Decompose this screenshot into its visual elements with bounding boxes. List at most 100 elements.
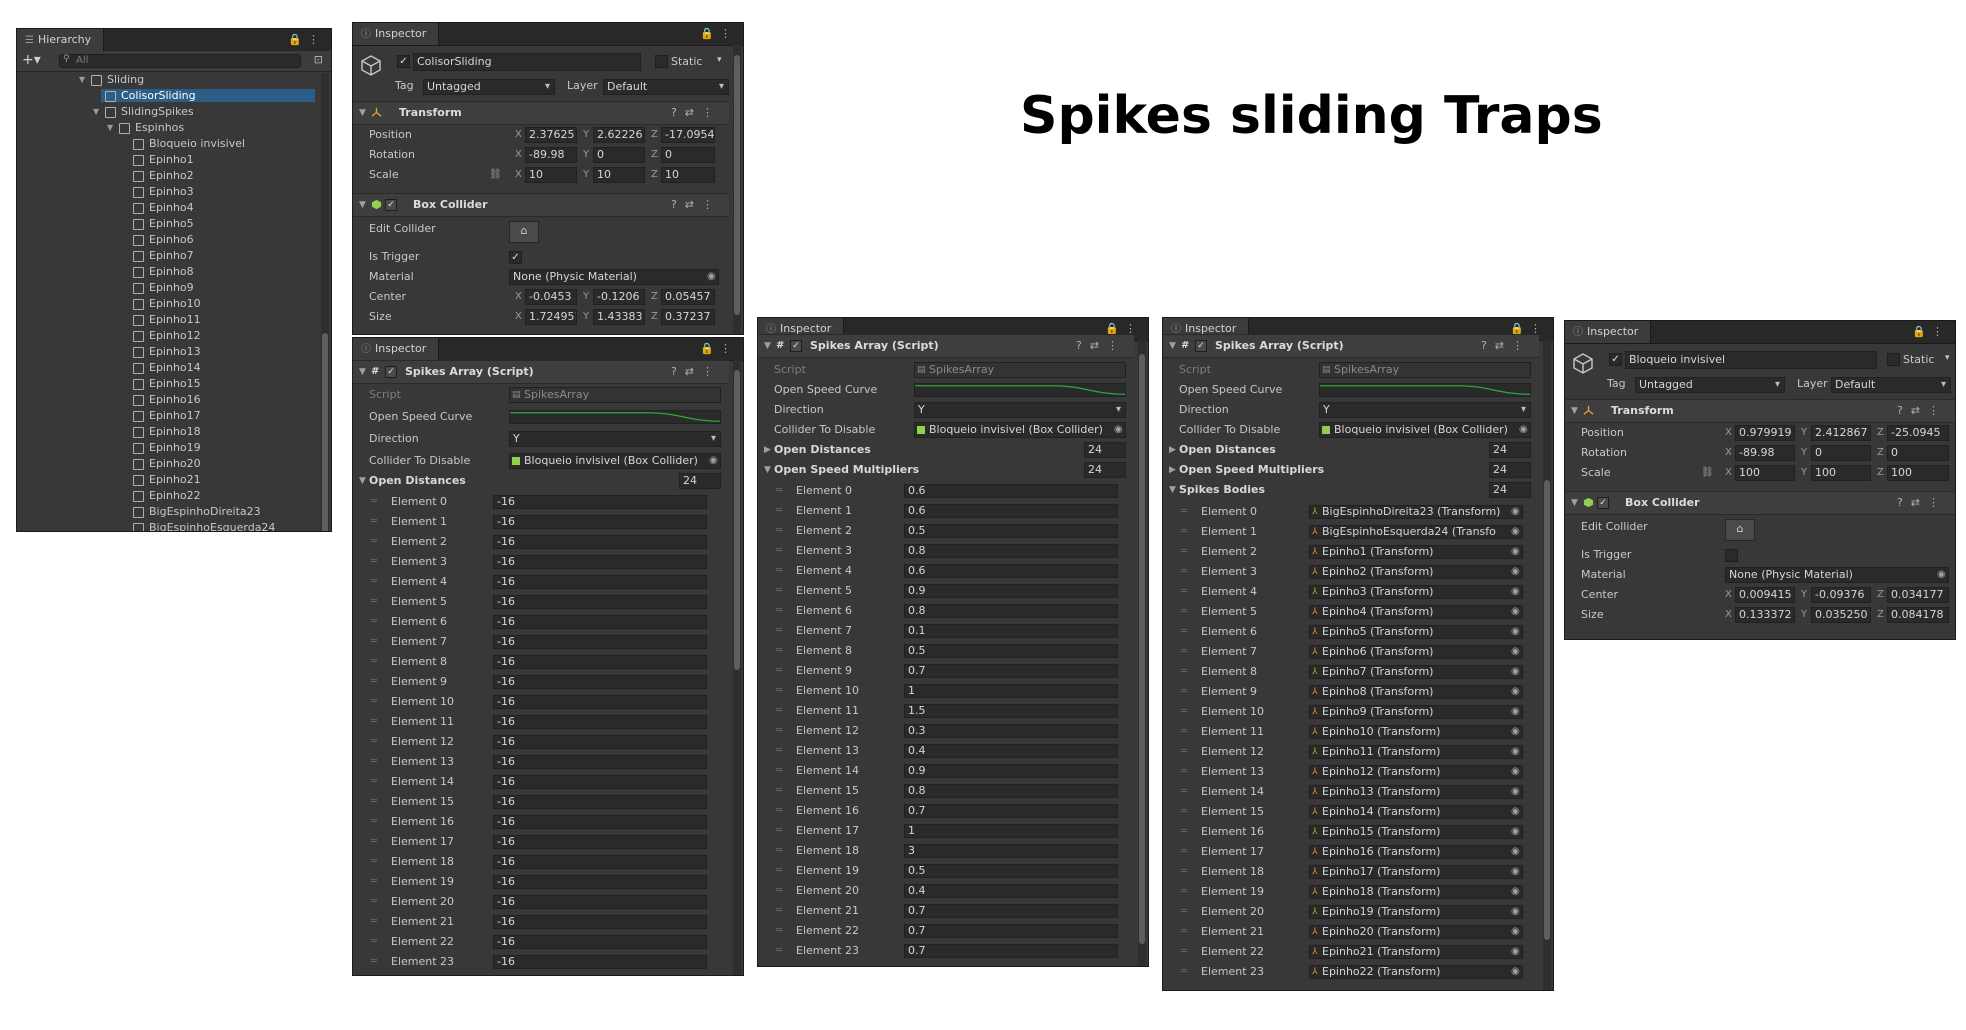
element-value-field[interactable]: 0.5 [904, 864, 1118, 878]
hierarchy-item[interactable]: Epinho18 [17, 425, 321, 438]
drag-handle-icon[interactable]: ═ [776, 603, 782, 619]
inspector-scrollbar[interactable] [733, 45, 741, 334]
hierarchy-item[interactable]: ▼ SlidingSpikes [17, 105, 321, 118]
foldout-arrow-icon[interactable]: ▶ [1169, 441, 1176, 459]
box-collider-header[interactable]: ▼ ✓ Box Collider ?⇄⋮ [353, 193, 729, 217]
drag-handle-icon[interactable]: ═ [776, 543, 782, 559]
drag-handle-icon[interactable]: ═ [1181, 604, 1187, 620]
element-value-field[interactable]: -16 [493, 935, 707, 949]
element-value-field[interactable]: 0.4 [904, 884, 1118, 898]
curve-field[interactable] [1319, 383, 1531, 397]
link-icon[interactable]: ⛓ [489, 165, 502, 185]
hierarchy-item[interactable]: Epinho2 [17, 169, 321, 182]
element-value-field[interactable]: 0.6 [904, 504, 1118, 518]
drag-handle-icon[interactable]: ═ [1181, 904, 1187, 920]
drag-handle-icon[interactable]: ═ [776, 743, 782, 759]
object-picker-icon[interactable]: ◉ [1511, 944, 1520, 960]
hierarchy-item[interactable]: Epinho3 [17, 185, 321, 198]
element-value-field[interactable]: -16 [493, 875, 707, 889]
drag-handle-icon[interactable]: ═ [371, 814, 377, 830]
object-picker-icon[interactable]: ◉ [1511, 584, 1520, 600]
curve-field[interactable] [914, 383, 1126, 397]
is-trigger-checkbox[interactable]: ✓ [509, 251, 522, 264]
hierarchy-item[interactable]: Epinho9 [17, 281, 321, 294]
element-value-field[interactable]: Epinho4 (Transform) [1309, 605, 1523, 619]
object-name-field[interactable]: Bloqueio invisivel [1625, 351, 1877, 369]
component-menu[interactable]: ?⇄⋮ [1076, 335, 1126, 357]
drag-handle-icon[interactable]: ═ [1181, 584, 1187, 600]
active-checkbox[interactable]: ✓ [1609, 353, 1622, 366]
object-picker-icon[interactable]: ◉ [1511, 804, 1520, 820]
size-z[interactable]: 0.37237 [661, 309, 715, 325]
drag-handle-icon[interactable]: ═ [1181, 924, 1187, 940]
drag-handle-icon[interactable]: ═ [1181, 784, 1187, 800]
size-y[interactable]: 1.43383 [593, 309, 645, 325]
is-trigger-checkbox[interactable] [1725, 549, 1738, 562]
drag-handle-icon[interactable]: ═ [1181, 764, 1187, 780]
edit-collider-button[interactable]: ⌂ [1725, 519, 1755, 541]
element-value-field[interactable]: 0.8 [904, 784, 1118, 798]
foldout-arrow-icon[interactable]: ▼ [1169, 481, 1176, 499]
element-value-field[interactable]: -16 [493, 775, 707, 789]
rotation-x[interactable]: -89.98 [525, 147, 577, 163]
collider-to-disable-field[interactable]: Bloqueio invisivel (Box Collider) [509, 453, 721, 469]
element-value-field[interactable]: -16 [493, 555, 707, 569]
element-value-field[interactable]: BigEspinhoDireita23 (Transform) [1309, 505, 1523, 519]
transform-header[interactable]: ▼ Transform ?⇄⋮ [1565, 399, 1955, 423]
drag-handle-icon[interactable]: ═ [371, 934, 377, 950]
inspector-scrollbar[interactable] [1543, 340, 1551, 990]
search-input[interactable]: ⚲ All [59, 54, 301, 68]
foldout-arrow-icon[interactable]: ▼ [359, 194, 366, 216]
array-size-field[interactable]: 24 [1489, 482, 1531, 498]
position-z[interactable]: -17.0954 [661, 127, 715, 143]
drag-handle-icon[interactable]: ═ [776, 703, 782, 719]
enabled-checkbox[interactable]: ✓ [1597, 497, 1609, 509]
object-picker-icon[interactable]: ◉ [1519, 420, 1528, 440]
foldout-arrow-icon[interactable]: ▼ [764, 335, 771, 357]
tag-dropdown[interactable]: Untagged [1635, 377, 1785, 393]
drag-handle-icon[interactable]: ═ [1181, 844, 1187, 860]
element-value-field[interactable]: 0.6 [904, 564, 1118, 578]
drag-handle-icon[interactable]: ═ [371, 734, 377, 750]
scale-x[interactable]: 10 [525, 167, 577, 183]
drag-handle-icon[interactable]: ═ [776, 663, 782, 679]
box-collider-header[interactable]: ▼ ✓ Box Collider ?⇄⋮ [1565, 491, 1955, 515]
scale-x[interactable]: 100 [1735, 465, 1795, 481]
object-picker-icon[interactable]: ◉ [1511, 844, 1520, 860]
element-value-field[interactable]: 0.7 [904, 944, 1118, 958]
foldout-arrow-icon[interactable]: ▼ [359, 102, 366, 124]
element-value-field[interactable]: Epinho19 (Transform) [1309, 905, 1523, 919]
hierarchy-item[interactable]: Epinho17 [17, 409, 321, 422]
tab-inspector[interactable]: ⓘ Inspector [1565, 321, 1652, 343]
element-value-field[interactable]: Epinho15 (Transform) [1309, 825, 1523, 839]
object-picker-icon[interactable]: ◉ [1511, 924, 1520, 940]
object-picker-icon[interactable]: ◉ [1511, 684, 1520, 700]
spikes-array-header[interactable]: ▼ # ✓ Spikes Array (Script) ?⇄⋮ [353, 360, 729, 384]
element-value-field[interactable]: -16 [493, 915, 707, 929]
element-value-field[interactable]: 0.7 [904, 904, 1118, 918]
element-value-field[interactable]: -16 [493, 595, 707, 609]
element-value-field[interactable]: 0.7 [904, 664, 1118, 678]
spikes-array-header[interactable]: ▼ # ✓ Spikes Array (Script) ?⇄⋮ [1163, 334, 1539, 358]
foldout-arrow-icon[interactable]: ▼ [1169, 335, 1176, 357]
element-value-field[interactable]: BigEspinhoEsquerda24 (Transfo [1309, 525, 1523, 539]
direction-dropdown[interactable]: Y [1319, 402, 1531, 418]
drag-handle-icon[interactable]: ═ [776, 803, 782, 819]
element-value-field[interactable]: -16 [493, 695, 707, 709]
drag-handle-icon[interactable]: ═ [371, 774, 377, 790]
element-value-field[interactable]: Epinho10 (Transform) [1309, 725, 1523, 739]
element-value-field[interactable]: 1 [904, 684, 1118, 698]
element-value-field[interactable]: Epinho1 (Transform) [1309, 545, 1523, 559]
drag-handle-icon[interactable]: ═ [371, 534, 377, 550]
direction-dropdown[interactable]: Y [509, 431, 721, 447]
drag-handle-icon[interactable]: ═ [1181, 804, 1187, 820]
object-picker-icon[interactable]: ◉ [1511, 624, 1520, 640]
drag-handle-icon[interactable]: ═ [776, 483, 782, 499]
element-value-field[interactable]: 0.9 [904, 764, 1118, 778]
drag-handle-icon[interactable]: ═ [776, 763, 782, 779]
drag-handle-icon[interactable]: ═ [776, 943, 782, 959]
element-value-field[interactable]: Epinho14 (Transform) [1309, 805, 1523, 819]
drag-handle-icon[interactable]: ═ [371, 674, 377, 690]
tab-hierarchy[interactable]: ☰ Hierarchy [17, 29, 105, 51]
scale-y[interactable]: 100 [1811, 465, 1871, 481]
